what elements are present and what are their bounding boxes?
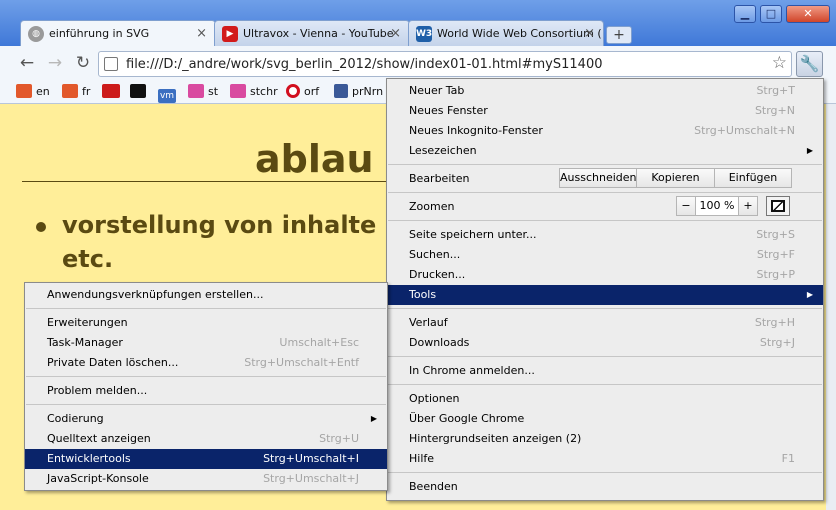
home-icon [188, 84, 204, 98]
menu-tools[interactable]: Tools ▶ [387, 285, 823, 305]
globe-icon: ◍ [28, 26, 44, 42]
bookmark-prnrn[interactable]: prNrn [334, 84, 383, 100]
menu-separator [388, 356, 822, 357]
menu-bookmarks[interactable]: Lesezeichen ▶ [387, 141, 823, 161]
flag-icon [16, 84, 32, 98]
address-bar[interactable]: file:///D:/_andre/work/svg_berlin_2012/s… [98, 51, 792, 77]
minimize-button[interactable]: ▁ [734, 5, 756, 23]
wrench-icon[interactable]: 🔧 [796, 51, 823, 77]
bookmark-fr[interactable]: fr [62, 84, 90, 100]
chrome-menu: Neuer Tab Strg+T Neues Fenster Strg+N Neue… [386, 78, 824, 501]
zoom-out-button[interactable]: − [676, 196, 696, 216]
tab-w3c[interactable]: W3 World Wide Web Consortium ( × [408, 20, 604, 46]
submenu-arrow-icon: ▶ [806, 290, 813, 299]
tools-create-shortcuts[interactable]: Anwendungsverknüpfungen erstellen... [25, 285, 387, 305]
tools-javascript-console[interactable]: JavaScript-Konsole Strg+Umschalt+J [25, 469, 387, 489]
page-heading: ablau [255, 137, 374, 181]
maximize-button[interactable]: □ [760, 5, 782, 23]
menu-separator [26, 308, 386, 309]
menu-incognito-window[interactable]: Neues Inkognito-Fenster Strg+Umschalt+N [387, 121, 823, 141]
menu-help[interactable]: Hilfe F1 [387, 449, 823, 469]
bookmark-red-logo[interactable] [102, 84, 124, 100]
heading-rule [22, 181, 402, 182]
menu-separator [388, 472, 822, 473]
menu-about-chrome[interactable]: Über Google Chrome [387, 409, 823, 429]
menu-sign-in[interactable]: In Chrome anmelden... [387, 361, 823, 381]
menu-save-page[interactable]: Seite speichern unter... Strg+S [387, 225, 823, 245]
submenu-arrow-icon: ▶ [370, 414, 377, 423]
menu-separator [388, 384, 822, 385]
tools-view-source[interactable]: Quelltext anzeigen Strg+U [25, 429, 387, 449]
bookmark-black-logo[interactable] [130, 84, 150, 100]
new-tab-button[interactable]: + [606, 26, 632, 44]
close-tab-icon[interactable]: × [390, 26, 401, 41]
tools-task-manager[interactable]: Task-Manager Umschalt+Esc [25, 333, 387, 353]
star-icon[interactable]: ☆ [772, 53, 787, 73]
tab-title: World Wide Web Consortium ( [437, 27, 602, 40]
bookmark-orf[interactable]: orf [286, 84, 319, 100]
menu-separator [388, 308, 822, 309]
tools-report-issue[interactable]: Problem melden... [25, 381, 387, 401]
tab-einfuehrung-svg[interactable]: ◍ einführung in SVG × [20, 20, 216, 47]
tools-encoding[interactable]: Codierung ▶ [25, 409, 387, 429]
tab-title: einführung in SVG [49, 27, 150, 40]
zoom-level: 100 % [695, 196, 739, 216]
reload-icon[interactable]: ↻ [72, 52, 94, 74]
tools-extensions[interactable]: Erweiterungen [25, 313, 387, 333]
bookmark-en[interactable]: en [16, 84, 50, 100]
menu-find[interactable]: Suchen... Strg+F [387, 245, 823, 265]
close-tab-icon[interactable]: × [584, 26, 595, 41]
fullscreen-icon [771, 200, 785, 212]
fullscreen-button[interactable] [766, 196, 790, 216]
tab-youtube[interactable]: ▶ Ultravox - Vienna - YouTube × [214, 20, 410, 46]
bookmark-vm[interactable]: vm [158, 84, 180, 103]
menu-history[interactable]: Verlauf Strg+H [387, 313, 823, 333]
bullet-text: vorstellung von inhalte etc. [62, 211, 377, 273]
close-tab-icon[interactable]: × [196, 26, 207, 41]
bullet-dot [36, 222, 46, 232]
copy-button[interactable]: Kopieren [636, 168, 715, 188]
red-logo-icon [102, 84, 120, 98]
menu-exit[interactable]: Beenden [387, 477, 823, 497]
menu-options[interactable]: Optionen [387, 389, 823, 409]
menu-new-tab[interactable]: Neuer Tab Strg+T [387, 81, 823, 101]
menu-separator [388, 220, 822, 221]
tab-title: Ultravox - Vienna - YouTube [243, 27, 394, 40]
tools-submenu: Anwendungsverknüpfungen erstellen... Erw… [24, 282, 388, 491]
youtube-icon: ▶ [222, 26, 238, 42]
vm-icon: vm [158, 89, 176, 103]
page-scrollbar[interactable] [826, 104, 836, 510]
bookmark-st[interactable]: st [188, 84, 218, 100]
w3c-icon: W3 [416, 26, 432, 42]
forward-arrow-icon[interactable]: → [44, 52, 66, 74]
bookmark-stchr[interactable]: stchr [230, 84, 278, 100]
orf-icon [286, 84, 300, 98]
flag-icon [62, 84, 78, 98]
menu-separator [26, 404, 386, 405]
menu-print[interactable]: Drucken... Strg+P [387, 265, 823, 285]
menu-separator [26, 376, 386, 377]
menu-new-window[interactable]: Neues Fenster Strg+N [387, 101, 823, 121]
submenu-arrow-icon: ▶ [806, 146, 813, 155]
tools-clear-data[interactable]: Private Daten löschen... Strg+Umschalt+En… [25, 353, 387, 373]
paste-button[interactable]: Einfügen [714, 168, 792, 188]
menu-separator [388, 164, 822, 165]
tools-developer-tools[interactable]: Entwicklertools Strg+Umschalt+I [25, 449, 387, 469]
page-icon [104, 57, 118, 71]
back-arrow-icon[interactable]: ← [16, 52, 38, 74]
black-logo-icon [130, 84, 146, 98]
home-icon [230, 84, 246, 98]
menu-downloads[interactable]: Downloads Strg+J [387, 333, 823, 353]
menu-separator [388, 192, 822, 193]
close-window-button[interactable]: ✕ [786, 5, 830, 23]
facebook-icon [334, 84, 348, 98]
cut-button[interactable]: Ausschneiden [559, 168, 637, 188]
menu-background-pages[interactable]: Hintergrundseiten anzeigen (2) [387, 429, 823, 449]
zoom-in-button[interactable]: + [738, 196, 758, 216]
url-text[interactable]: file:///D:/_andre/work/svg_berlin_2012/s… [126, 57, 602, 72]
